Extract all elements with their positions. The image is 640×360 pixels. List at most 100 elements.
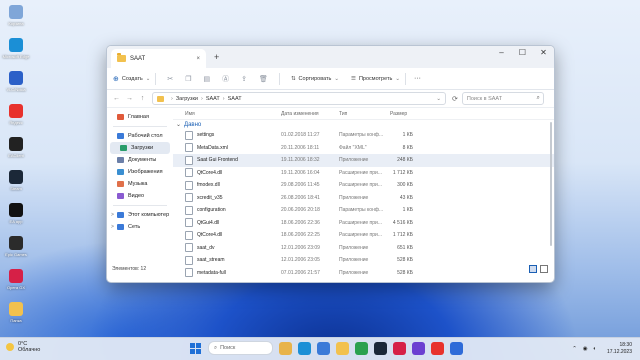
taskbar-app-icon[interactable]	[298, 341, 311, 355]
desktop-icon[interactable]: VLC/Nokia	[3, 68, 29, 101]
sidebar-item[interactable]: > Сеть	[107, 221, 173, 233]
column-size[interactable]: Размер	[387, 111, 416, 117]
desktop-icon[interactable]: Opera GX	[3, 266, 29, 299]
desktop-icon[interactable]: Steam	[3, 167, 29, 200]
sidebar-item[interactable]: > Этот компьютер	[107, 209, 173, 221]
chevron-up-icon[interactable]: ⌃	[572, 346, 577, 352]
tab-saat[interactable]: SAAT ×	[111, 49, 206, 68]
file-type: Файл "XML"	[339, 144, 367, 151]
file-size: 1 712 КБ	[392, 232, 413, 239]
file-row[interactable]: MetaData.xml 20.11.2006 18:11 Файл "XML" 8 …	[173, 142, 554, 155]
breadcrumb-saat[interactable]: SAAT	[206, 96, 220, 102]
file-row[interactable]: QtGui4.dll 18.06.2006 22:36 Расширение при…	[173, 217, 554, 230]
sidebar-item[interactable]: Загрузки	[110, 142, 170, 154]
rename-icon[interactable]: Ⓐ	[222, 74, 229, 84]
desktop-icon[interactable]: Папка	[3, 299, 29, 332]
file-name: xcredit_v35	[197, 194, 223, 201]
group-header[interactable]: ⌄ Давно	[173, 120, 554, 129]
file-row[interactable]: saat_dv 12.01.2006 23:09 Приложение 651 КБ	[173, 242, 554, 255]
file-row[interactable]: Saat Gui Frontend 19.11.2006 18:32 Приложе…	[173, 154, 554, 167]
taskbar-app-icon[interactable]	[393, 341, 406, 355]
column-type[interactable]: Тип	[339, 111, 387, 117]
volume-icon[interactable]: ◖	[593, 346, 596, 352]
file-name-cell: settings	[173, 130, 281, 140]
desktop-icon[interactable]: EAClient	[3, 134, 29, 167]
taskbar-app-icon[interactable]	[336, 341, 349, 355]
file-icon	[185, 230, 193, 240]
tab-close-icon[interactable]: ×	[196, 56, 200, 62]
copy-icon[interactable]: ❐	[185, 75, 191, 83]
sidebar-item[interactable]: Главная	[107, 111, 173, 123]
taskbar-app-icon[interactable]	[412, 341, 425, 355]
desktop-icon[interactable]: EA app	[3, 200, 29, 233]
taskbar-app-icon[interactable]	[355, 341, 368, 355]
taskbar-search[interactable]: ⌕ Поиск	[208, 341, 273, 355]
sidebar-item[interactable]: Изображения	[107, 166, 173, 178]
column-date[interactable]: Дата изменения	[281, 111, 339, 117]
folder-icon	[117, 193, 124, 199]
breadcrumb-downloads[interactable]: Загрузки	[176, 96, 198, 102]
divider	[404, 72, 406, 85]
network-icon[interactable]: ◉	[583, 346, 588, 352]
maximize-button[interactable]: ☐	[512, 46, 533, 68]
file-size: 43 КБ	[399, 194, 413, 201]
share-icon[interactable]: ⇪	[241, 75, 247, 83]
title-bar: SAAT × + – ☐ ✕	[107, 46, 554, 68]
file-row[interactable]: xcredit_v35 26.08.2006 18:41 Приложение 43 …	[173, 192, 554, 205]
sidebar-item[interactable]: Рабочий стол	[107, 130, 173, 142]
tiles-view-icon[interactable]	[540, 265, 548, 273]
delete-icon[interactable]: 🗑	[259, 75, 268, 83]
file-type: Расширение при...	[339, 169, 382, 176]
more-options-button[interactable]: ···	[414, 75, 421, 82]
cut-icon[interactable]: ✂	[167, 75, 173, 83]
sort-button[interactable]: ⇅ Сортировать ⌄	[291, 76, 339, 82]
command-bar: ⊕ Создать ⌄ ✂ ❐ ▤ Ⓐ ⇪ 🗑 ⇅ Сортировать ⌄ …	[107, 68, 554, 90]
minimize-button[interactable]: –	[491, 46, 512, 68]
file-type: Приложение	[339, 194, 369, 201]
clock[interactable]: 18:30 17.12.2023	[607, 342, 632, 356]
close-button[interactable]: ✕	[533, 46, 554, 68]
new-tab-button[interactable]: +	[214, 52, 219, 62]
taskbar-app-icon[interactable]	[279, 341, 292, 355]
file-row[interactable]: QtCore4.dll 18.06.2006 22:25 Расширение пр…	[173, 229, 554, 242]
sidebar-item[interactable]: Документы	[107, 154, 173, 166]
up-arrow-icon[interactable]: ↑	[139, 95, 146, 102]
taskbar-app-icon[interactable]	[374, 341, 387, 355]
desktop-icon[interactable]: Корзина	[3, 2, 29, 35]
chevron-down-icon[interactable]: ⌄	[436, 96, 441, 102]
app-icon	[9, 104, 23, 118]
paste-icon[interactable]: ▤	[204, 75, 211, 83]
weather-widget[interactable]: 0°C Облачно	[6, 341, 40, 353]
taskbar-app-icon[interactable]	[431, 341, 444, 355]
refresh-icon[interactable]: ⟳	[452, 95, 458, 103]
sidebar-item[interactable]: Музыка	[107, 178, 173, 190]
desktop-icon[interactable]: Яндекс	[3, 101, 29, 134]
file-row[interactable]: configuration 20.06.2006 20:18 Параметры к…	[173, 204, 554, 217]
file-icon	[185, 193, 193, 203]
sidebar-item-label: Изображения	[128, 169, 163, 175]
file-date: 18.06.2006 22:25	[281, 232, 320, 239]
breadcrumb-saat-sub[interactable]: SAAT	[228, 96, 242, 102]
file-row[interactable]: QtCore4.dll 19.11.2006 16:04 Расширение пр…	[173, 167, 554, 180]
desktop-icon[interactable]: Microsoft Edge	[3, 35, 29, 68]
create-button[interactable]: ⊕ Создать ⌄	[113, 75, 150, 83]
desktop-icon[interactable]: Epic Games	[3, 233, 29, 266]
file-row[interactable]: settings 01.02.2018 11:27 Параметры конф..…	[173, 129, 554, 142]
file-icon	[185, 243, 193, 253]
address-bar[interactable]: › Загрузки › SAAT › SAAT ⌄	[152, 92, 446, 105]
view-button[interactable]: ☰ Просмотреть ⌄	[351, 76, 400, 82]
back-arrow-icon[interactable]: ←	[113, 95, 120, 102]
taskbar-app-icon[interactable]	[317, 341, 330, 355]
column-name[interactable]: Имя	[173, 111, 281, 117]
forward-arrow-icon[interactable]: →	[126, 95, 133, 102]
file-row[interactable]: fmodex.dll 29.08.2006 11:45 Расширение при…	[173, 179, 554, 192]
start-button[interactable]	[190, 342, 201, 354]
sidebar-item[interactable]: Видео	[107, 190, 173, 202]
taskbar: 0°C Облачно ⌕ Поиск ⌃ ◉ ◖ 18:30 17.12.20…	[0, 337, 640, 360]
scrollbar[interactable]	[550, 122, 552, 246]
taskbar-app-icon[interactable]	[450, 341, 463, 355]
folder-icon	[117, 114, 124, 120]
search-input[interactable]: Поиск в SAAT ⌕	[461, 92, 544, 105]
details-view-icon[interactable]	[529, 265, 537, 273]
file-type: Расширение при...	[339, 232, 382, 239]
